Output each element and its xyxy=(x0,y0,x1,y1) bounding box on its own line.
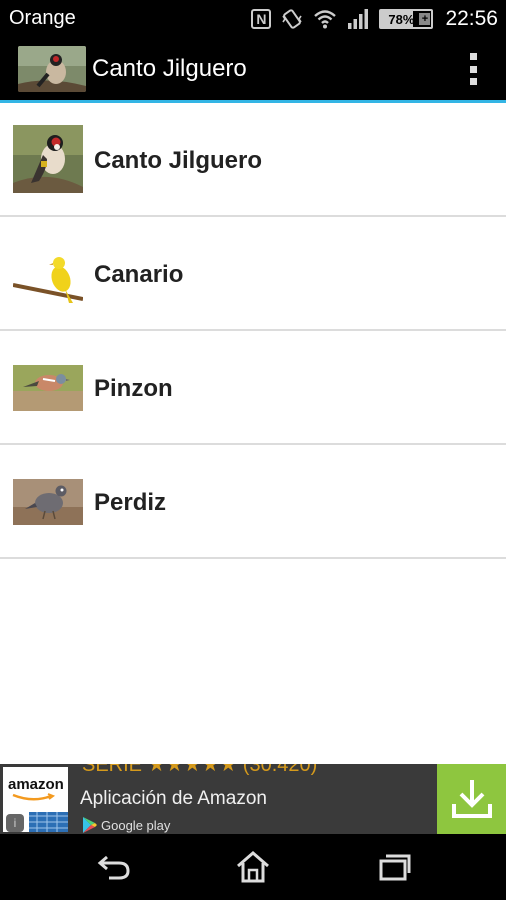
vibrate-icon xyxy=(282,9,303,29)
list-item-canario[interactable]: Canario xyxy=(0,217,506,331)
ad-info-badge[interactable]: i xyxy=(6,814,24,832)
overflow-menu-icon[interactable] xyxy=(465,53,481,85)
app-icon[interactable] xyxy=(18,46,86,92)
bird-name: Canto Jilguero xyxy=(94,147,263,174)
home-button[interactable] xyxy=(234,849,272,885)
google-play-icon xyxy=(83,817,97,833)
download-icon xyxy=(451,780,492,818)
amazon-smile-icon xyxy=(12,793,56,801)
ad-title: Aplicación de Amazon xyxy=(80,788,267,809)
bird-name: Canario xyxy=(94,261,184,288)
amazon-box-icon xyxy=(29,812,68,832)
back-icon xyxy=(97,855,130,880)
recent-apps-icon xyxy=(379,854,411,881)
navigation-bar xyxy=(0,834,506,900)
action-bar: Canto Jilguero xyxy=(0,38,506,103)
amazon-logo: amazon i xyxy=(3,767,68,832)
list-item-perdiz[interactable]: Perdiz xyxy=(0,445,506,559)
bird-list: Canto Jilguero Canario Pinzon Perdiz xyxy=(0,103,506,559)
signal-icon xyxy=(348,9,369,29)
download-button[interactable] xyxy=(437,764,506,834)
charging-icon: + xyxy=(419,13,431,25)
bird-name: Pinzon xyxy=(94,375,173,402)
back-button[interactable] xyxy=(95,849,133,885)
nfc-icon: N xyxy=(251,9,272,29)
battery-percentage: 78% xyxy=(388,11,415,27)
google-play-badge: Google play xyxy=(82,816,170,834)
clock: 22:56 xyxy=(445,7,498,30)
canary-thumbnail xyxy=(13,239,83,307)
goldfinch-thumbnail xyxy=(13,125,83,193)
ad-ghost-text: SERIE ★★★★★ (30.420) xyxy=(82,764,318,776)
partridge-thumbnail xyxy=(13,467,83,535)
ad-banner[interactable]: SERIE ★★★★★ (30.420) amazon i Aplicación… xyxy=(0,764,506,834)
recent-apps-button[interactable] xyxy=(376,849,414,885)
chaffinch-thumbnail xyxy=(13,353,83,421)
home-icon xyxy=(237,851,269,883)
list-item-pinzon[interactable]: Pinzon xyxy=(0,331,506,445)
wifi-icon xyxy=(314,10,337,29)
status-icons: N 78% + 22:56 xyxy=(251,6,498,32)
amazon-wordmark: amazon xyxy=(8,776,64,793)
battery-icon: 78% + xyxy=(379,9,434,29)
bird-name: Perdiz xyxy=(94,489,167,516)
list-item-canto-jilguero[interactable]: Canto Jilguero xyxy=(0,103,506,217)
page-title: Canto Jilguero xyxy=(92,55,247,82)
carrier-name: Orange xyxy=(9,7,76,29)
store-name: Google play xyxy=(101,817,171,833)
status-bar: Orange N 78% + 22:56 xyxy=(0,0,506,38)
